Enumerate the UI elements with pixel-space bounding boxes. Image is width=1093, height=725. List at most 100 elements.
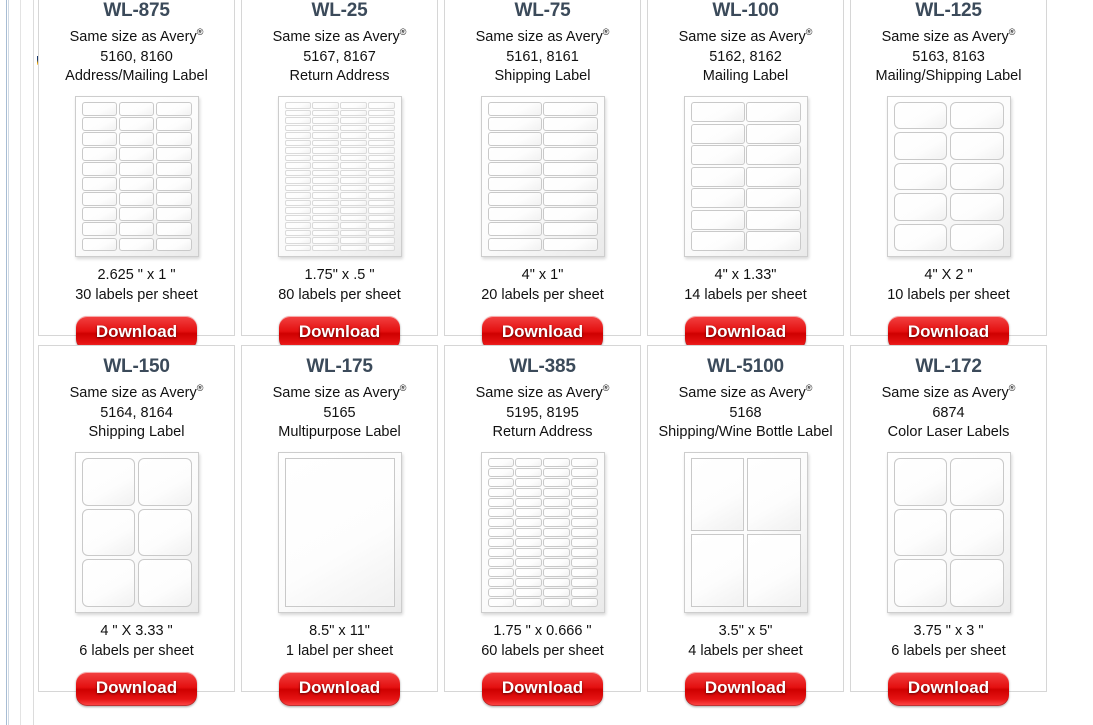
label-cell bbox=[367, 117, 395, 124]
label-cell bbox=[284, 147, 312, 154]
label-cell bbox=[487, 488, 515, 498]
label-cell bbox=[340, 222, 367, 229]
avery-equivalence-note: Same size as Avery® bbox=[65, 28, 208, 48]
label-cell bbox=[118, 237, 155, 252]
label-cell bbox=[118, 102, 155, 116]
label-cell bbox=[747, 534, 801, 608]
label-cell bbox=[543, 508, 570, 518]
label-cell bbox=[690, 209, 745, 230]
download-button[interactable]: Download bbox=[481, 672, 604, 706]
page-edge-rule-1 bbox=[6, 0, 7, 725]
registered-trademark-icon: ® bbox=[805, 383, 813, 394]
registered-trademark-icon: ® bbox=[196, 27, 204, 38]
label-cell bbox=[118, 147, 155, 161]
page-edge-rule-4 bbox=[33, 0, 34, 725]
label-type: Address/Mailing Label bbox=[65, 68, 208, 85]
download-button[interactable]: Download bbox=[75, 672, 198, 706]
download-button[interactable]: Download bbox=[887, 672, 1010, 706]
label-dimensions: 1.75 " x 0.666 " bbox=[493, 623, 592, 640]
label-specs: 4" x 1.33" 14 labels per sheet bbox=[684, 265, 807, 305]
avery-code-list: 5160, 8160 bbox=[100, 48, 173, 65]
download-button[interactable]: Download bbox=[278, 672, 401, 706]
label-cell bbox=[367, 109, 395, 117]
download-button[interactable]: Download bbox=[684, 672, 807, 706]
product-sku-title: WL-150 bbox=[103, 356, 170, 377]
label-cell bbox=[155, 117, 192, 131]
label-cell bbox=[515, 548, 542, 558]
label-sheet-graphic bbox=[74, 452, 199, 614]
label-cell bbox=[543, 548, 570, 558]
label-cell bbox=[284, 117, 312, 124]
product-card: WL-175 Same size as Avery® 5165 Multipurpos… bbox=[241, 345, 438, 706]
label-cell bbox=[487, 132, 542, 146]
label-sheet-preview bbox=[277, 452, 402, 614]
label-cell bbox=[312, 184, 339, 192]
label-cell bbox=[950, 223, 1004, 252]
label-cell bbox=[155, 207, 192, 221]
label-cell bbox=[155, 147, 192, 161]
label-cell bbox=[284, 192, 312, 199]
label-cell bbox=[487, 222, 542, 237]
label-cell bbox=[284, 222, 312, 229]
label-cell bbox=[367, 147, 395, 154]
label-cell bbox=[118, 222, 155, 237]
label-cell bbox=[340, 147, 367, 154]
label-cell bbox=[312, 154, 339, 162]
label-cell bbox=[340, 199, 367, 207]
label-cell bbox=[690, 231, 745, 252]
label-cell bbox=[312, 199, 339, 207]
avery-note-text: Same size as Avery bbox=[475, 384, 603, 401]
label-cell bbox=[312, 177, 339, 184]
label-type: Return Address bbox=[289, 68, 390, 85]
label-cell bbox=[367, 237, 395, 244]
product-card: WL-172 Same size as Avery® 6874 Color Laser… bbox=[850, 345, 1047, 706]
registered-trademark-icon: ® bbox=[602, 27, 610, 38]
avery-note-text: Same size as Avery bbox=[272, 28, 400, 45]
label-cell bbox=[570, 488, 598, 498]
avery-code-list: 5162, 8162 bbox=[709, 48, 782, 65]
label-cell bbox=[893, 162, 947, 191]
label-cell bbox=[487, 518, 515, 528]
label-cell bbox=[515, 588, 542, 598]
label-cell bbox=[950, 132, 1004, 160]
label-cell bbox=[312, 124, 339, 132]
download-row: Download bbox=[887, 672, 1010, 706]
avery-code-list: 5165 bbox=[323, 404, 356, 421]
product-sku-title: WL-385 bbox=[509, 356, 576, 377]
label-cell bbox=[340, 177, 367, 184]
label-specs: 4" X 2 " 10 labels per sheet bbox=[887, 265, 1010, 305]
label-cell bbox=[543, 478, 570, 488]
label-cell bbox=[893, 132, 947, 160]
label-cell bbox=[570, 478, 598, 488]
label-cell bbox=[570, 558, 598, 568]
label-sheet-preview bbox=[886, 96, 1011, 258]
label-sheet-graphic bbox=[886, 452, 1011, 614]
product-card: WL-75 Same size as Avery® 5161, 8161 Shippi… bbox=[444, 0, 641, 350]
label-cell bbox=[312, 117, 339, 124]
label-cell bbox=[312, 192, 339, 199]
product-sku-title: WL-100 bbox=[712, 0, 779, 21]
label-cell bbox=[367, 214, 395, 222]
label-cell bbox=[893, 458, 947, 506]
label-cell bbox=[367, 154, 395, 162]
label-cell bbox=[543, 222, 598, 237]
product-card: WL-125 Same size as Avery® 5163, 8163 Maili… bbox=[850, 0, 1047, 350]
label-cell bbox=[155, 102, 192, 116]
label-cell bbox=[155, 237, 192, 252]
label-cell bbox=[284, 207, 312, 214]
label-cell bbox=[284, 244, 312, 252]
avery-equivalence-note: Same size as Avery® bbox=[476, 384, 610, 404]
label-sheet-preview bbox=[480, 452, 605, 614]
label-cell bbox=[367, 169, 395, 177]
label-cell bbox=[570, 508, 598, 518]
label-cell bbox=[284, 139, 312, 147]
label-cell bbox=[543, 177, 598, 191]
label-cell bbox=[487, 528, 515, 538]
label-cell bbox=[950, 458, 1004, 506]
label-cell bbox=[543, 488, 570, 498]
product-sku-title: WL-5100 bbox=[707, 356, 784, 377]
label-cell bbox=[155, 177, 192, 191]
label-sheet-preview bbox=[683, 452, 808, 614]
label-cell bbox=[81, 147, 118, 161]
label-cell bbox=[312, 102, 339, 109]
